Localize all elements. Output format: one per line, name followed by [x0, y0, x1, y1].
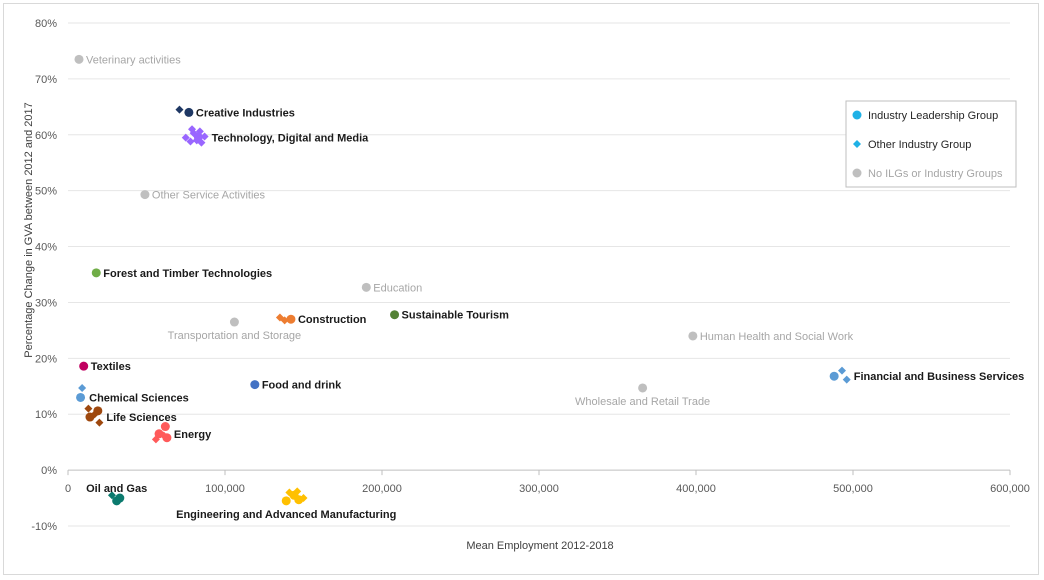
technology-digital-and-media-point	[193, 132, 203, 142]
y-tick-label: 30%	[35, 297, 57, 309]
y-tick-label: 50%	[35, 186, 57, 198]
other-service-activities-point	[140, 190, 150, 200]
y-tick-label: 70%	[35, 74, 57, 86]
engineering-and-advanced-manufacturing-point	[281, 496, 291, 506]
y-tick-label: 0%	[41, 465, 57, 477]
textiles-point	[79, 361, 89, 371]
chemical-sciences-point	[78, 383, 87, 392]
chemical-sciences-point	[76, 392, 86, 402]
creative-industries-point	[184, 107, 194, 117]
x-axis: 0 100,000 200,000 300,000 400,000 500,000 600,…	[65, 469, 1030, 495]
y-tick-label: 40%	[35, 242, 57, 254]
creative-industries-label: Creative Industries	[196, 107, 295, 119]
forest-and-timber-technologies-label: Forest and Timber Technologies	[103, 268, 272, 280]
legend: Industry Leadership Group Other Industry …	[845, 100, 1017, 188]
y-tick-label: 20%	[35, 353, 57, 365]
transportation-and-storage-point	[229, 317, 239, 327]
financial-and-business-services-point	[829, 371, 839, 381]
financial-and-business-services-point	[838, 366, 847, 375]
education-point	[361, 282, 371, 292]
sustainable-tourism-point	[390, 310, 400, 320]
y-tick-label: 10%	[35, 409, 57, 421]
education-label: Education	[373, 282, 422, 294]
y-axis: -10% 0% 10% 20% 30% 40% 50% 60% 70% 80%	[31, 18, 57, 533]
life-sciences-label: Life Sciences	[106, 412, 176, 424]
x-tick-label: 200,000	[362, 483, 402, 495]
no-ilgs-or-industry-groups-legend-marker	[852, 168, 862, 178]
other-industry-group-legend-label: Other Industry Group	[868, 139, 971, 151]
x-axis-title: Mean Employment 2012-2018	[466, 540, 613, 552]
construction-point	[286, 314, 296, 324]
x-tick-label: 600,000	[990, 483, 1030, 495]
other-service-activities-label: Other Service Activities	[152, 190, 266, 202]
creative-industries-point	[175, 105, 184, 114]
forest-and-timber-technologies-point	[91, 268, 101, 278]
technology-digital-and-media-label: Technology, Digital and Media	[212, 133, 370, 145]
human-health-and-social-work-point	[688, 331, 698, 341]
engineering-and-advanced-manufacturing-label: Engineering and Advanced Manufacturing	[176, 509, 396, 521]
no-ilgs-or-industry-groups-legend-label: No ILGs or Industry Groups	[868, 168, 1003, 180]
y-axis-title: Percentage Change in GVA between 2012 an…	[23, 102, 35, 357]
transportation-and-storage-label: Transportation and Storage	[168, 330, 302, 342]
wholesale-and-retail-trade-point	[638, 383, 648, 393]
x-tick-label: 0	[65, 483, 71, 495]
x-tick-label: 400,000	[676, 483, 716, 495]
x-tick-label: 100,000	[205, 483, 245, 495]
industry-leadership-group-legend-marker	[852, 110, 862, 120]
food-and-drink-point	[250, 380, 260, 390]
financial-and-business-services-point	[842, 375, 851, 384]
veterinary-activities-point	[74, 54, 84, 64]
y-tick-label: 60%	[35, 130, 57, 142]
oil-and-gas-label: Oil and Gas	[86, 483, 147, 495]
sustainable-tourism-label: Sustainable Tourism	[402, 310, 510, 322]
scatter-chart: 0 100,000 200,000 300,000 400,000 500,000 600,…	[23, 18, 1030, 552]
y-tick-label: -10%	[31, 521, 57, 533]
x-tick-label: 500,000	[833, 483, 873, 495]
food-and-drink-label: Food and drink	[262, 380, 342, 392]
chemical-sciences-label: Chemical Sciences	[89, 392, 189, 404]
human-health-and-social-work-label: Human Health and Social Work	[700, 331, 854, 343]
y-tick-label: 80%	[35, 18, 57, 30]
oil-and-gas-point	[115, 493, 125, 503]
energy-label: Energy	[174, 429, 212, 441]
life-sciences-point	[95, 418, 104, 427]
life-sciences-point	[84, 404, 93, 413]
x-tick-label: 300,000	[519, 483, 559, 495]
construction-label: Construction	[298, 314, 367, 326]
wholesale-and-retail-trade-label: Wholesale and Retail Trade	[575, 396, 710, 408]
financial-and-business-services-label: Financial and Business Services	[854, 371, 1025, 383]
industry-leadership-group-legend-label: Industry Leadership Group	[868, 110, 998, 122]
veterinary-activities-label: Veterinary activities	[86, 54, 181, 66]
textiles-label: Textiles	[91, 361, 131, 373]
